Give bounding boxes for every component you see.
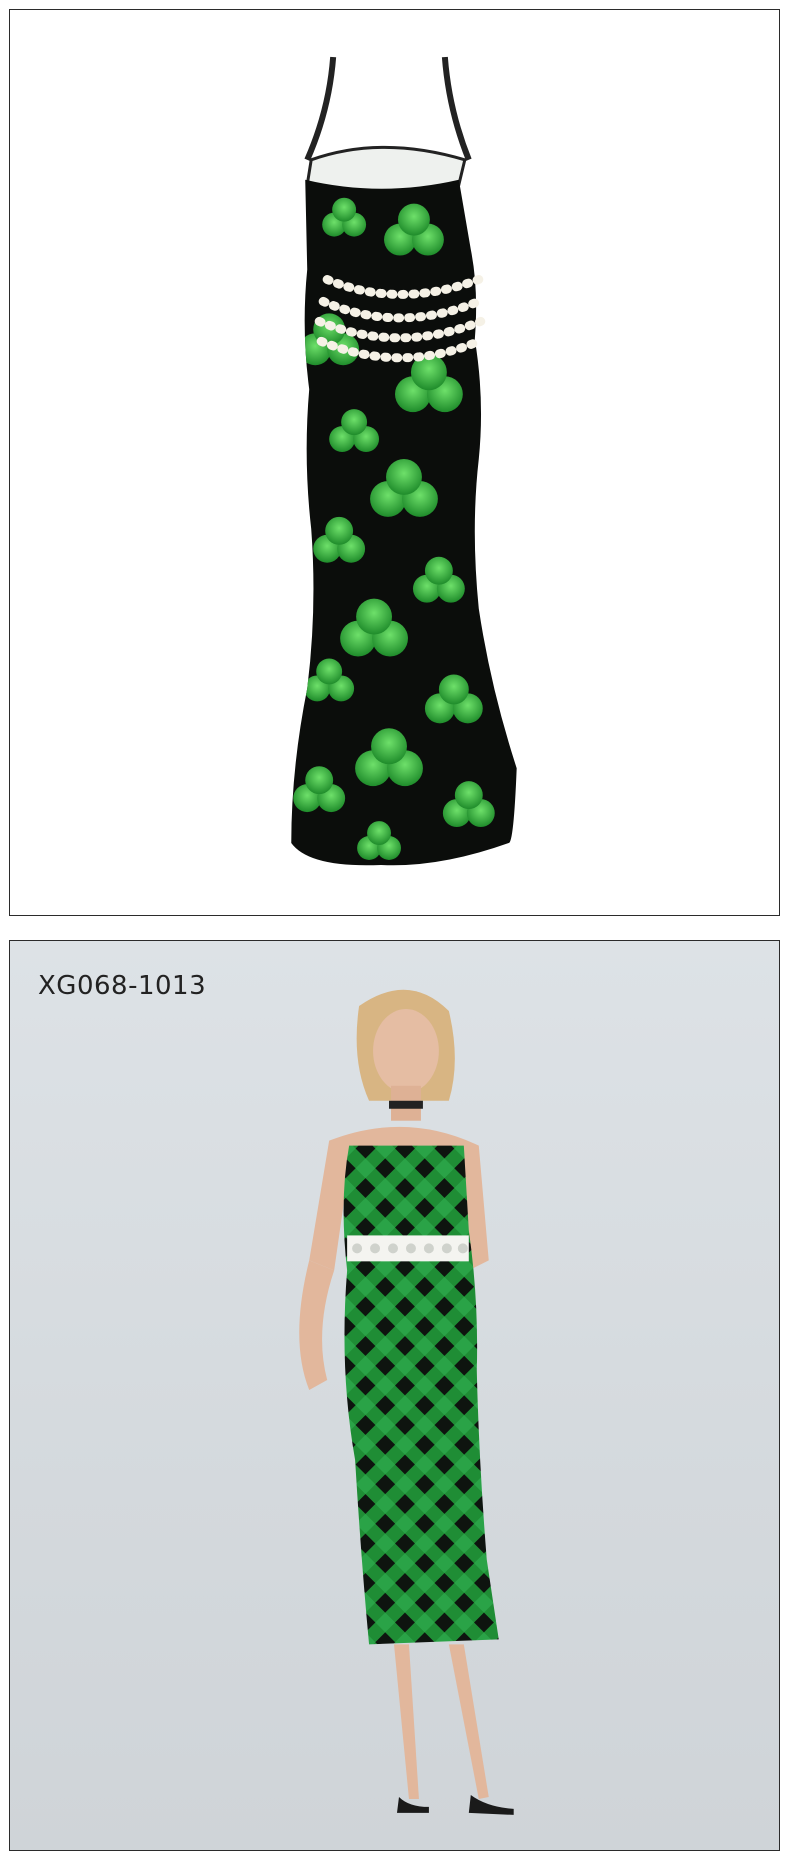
product-image-model-view: XG068-1013 <box>9 940 780 1851</box>
product-image-back-view <box>9 9 780 916</box>
model-photo-image <box>299 989 514 1815</box>
dress-back-view-image <box>291 56 517 866</box>
product-sku-label: XG068-1013 <box>38 971 207 1001</box>
